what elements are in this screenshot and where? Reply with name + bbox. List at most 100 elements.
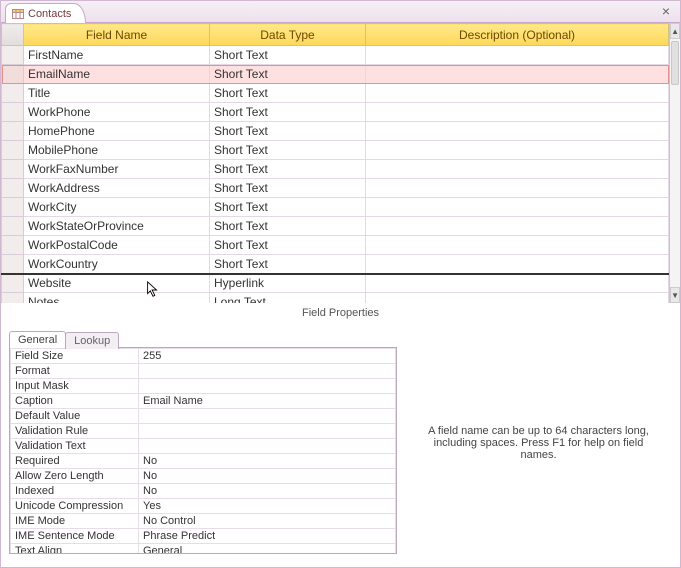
table-row[interactable]: NotesLong Text [2, 293, 669, 304]
selector-header[interactable] [2, 24, 24, 46]
cell-data-type[interactable]: Short Text [210, 160, 366, 179]
table-row[interactable]: WorkCityShort Text [2, 198, 669, 217]
cell-data-type[interactable]: Short Text [210, 103, 366, 122]
table-row[interactable]: WebsiteHyperlink [2, 274, 669, 293]
property-row: Default Value [11, 409, 396, 424]
cell-data-type[interactable]: Short Text [210, 46, 366, 65]
cell-description[interactable] [366, 198, 669, 217]
cell-data-type[interactable]: Short Text [210, 179, 366, 198]
col-header-field-name[interactable]: Field Name [24, 24, 210, 46]
cell-field-name[interactable]: WorkFaxNumber [24, 160, 210, 179]
cell-data-type[interactable]: Short Text [210, 141, 366, 160]
row-selector[interactable] [2, 293, 24, 304]
col-header-description[interactable]: Description (Optional) [366, 24, 669, 46]
scroll-track[interactable] [670, 39, 680, 287]
cell-field-name[interactable]: Title [24, 84, 210, 103]
cell-field-name[interactable]: WorkCity [24, 198, 210, 217]
tab-general[interactable]: General [9, 331, 66, 348]
cell-data-type[interactable]: Short Text [210, 198, 366, 217]
cell-description[interactable] [366, 141, 669, 160]
row-selector[interactable] [2, 103, 24, 122]
cell-data-type[interactable]: Long Text [210, 293, 366, 304]
row-selector[interactable] [2, 160, 24, 179]
table-row[interactable]: WorkCountryShort Text [2, 255, 669, 274]
cell-field-name[interactable]: WorkPostalCode [24, 236, 210, 255]
property-value[interactable] [139, 379, 396, 394]
cell-field-name[interactable]: Website [24, 274, 210, 293]
cell-description[interactable] [366, 46, 669, 65]
table-row[interactable]: HomePhoneShort Text [2, 122, 669, 141]
property-value[interactable]: 255 [139, 349, 396, 364]
cell-description[interactable] [366, 293, 669, 304]
table-row[interactable]: WorkAddressShort Text [2, 179, 669, 198]
table-row[interactable]: WorkPostalCodeShort Text [2, 236, 669, 255]
scroll-up-button[interactable]: ▲ [670, 23, 680, 39]
cell-field-name[interactable]: WorkStateOrProvince [24, 217, 210, 236]
row-selector[interactable] [2, 255, 24, 274]
cell-data-type[interactable]: Short Text [210, 236, 366, 255]
row-selector[interactable] [2, 65, 24, 84]
table-row[interactable]: WorkFaxNumberShort Text [2, 160, 669, 179]
cell-description[interactable] [366, 179, 669, 198]
cell-description[interactable] [366, 103, 669, 122]
tab-contacts[interactable]: Contacts [5, 3, 86, 23]
row-selector[interactable] [2, 46, 24, 65]
property-name: Validation Text [11, 439, 139, 454]
scroll-down-button[interactable]: ▼ [670, 287, 680, 303]
help-text: A field name can be up to 64 characters … [405, 331, 672, 555]
col-header-data-type[interactable]: Data Type [210, 24, 366, 46]
cell-data-type[interactable]: Short Text [210, 217, 366, 236]
row-selector[interactable] [2, 274, 24, 293]
property-value[interactable] [139, 424, 396, 439]
cell-description[interactable] [366, 236, 669, 255]
row-selector[interactable] [2, 84, 24, 103]
table-row[interactable]: FirstNameShort Text [2, 46, 669, 65]
cell-field-name[interactable]: EmailName [24, 65, 210, 84]
row-selector[interactable] [2, 122, 24, 141]
cell-data-type[interactable]: Short Text [210, 255, 366, 274]
cell-data-type[interactable]: Short Text [210, 65, 366, 84]
cell-data-type[interactable]: Hyperlink [210, 274, 366, 293]
property-value[interactable]: No [139, 454, 396, 469]
table-row[interactable]: EmailNameShort Text [2, 65, 669, 84]
property-value[interactable]: No [139, 469, 396, 484]
row-selector[interactable] [2, 217, 24, 236]
property-value[interactable] [139, 439, 396, 454]
row-selector[interactable] [2, 179, 24, 198]
property-value[interactable]: No [139, 484, 396, 499]
cell-description[interactable] [366, 65, 669, 84]
cell-data-type[interactable]: Short Text [210, 122, 366, 141]
row-selector[interactable] [2, 141, 24, 160]
cell-field-name[interactable]: HomePhone [24, 122, 210, 141]
property-value[interactable]: No Control [139, 514, 396, 529]
vertical-scrollbar[interactable]: ▲ ▼ [669, 23, 680, 303]
cell-description[interactable] [366, 84, 669, 103]
cell-description[interactable] [366, 274, 669, 293]
property-value[interactable]: Yes [139, 499, 396, 514]
cell-description[interactable] [366, 160, 669, 179]
cell-field-name[interactable]: Notes [24, 293, 210, 304]
property-value[interactable]: Email Name [139, 394, 396, 409]
cell-description[interactable] [366, 217, 669, 236]
cell-description[interactable] [366, 122, 669, 141]
tab-lookup[interactable]: Lookup [65, 332, 119, 349]
cell-field-name[interactable]: WorkAddress [24, 179, 210, 198]
cell-field-name[interactable]: MobilePhone [24, 141, 210, 160]
cell-field-name[interactable]: WorkCountry [24, 255, 210, 274]
table-row[interactable]: WorkStateOrProvinceShort Text [2, 217, 669, 236]
cell-field-name[interactable]: FirstName [24, 46, 210, 65]
close-icon[interactable]: × [662, 3, 670, 19]
row-selector[interactable] [2, 236, 24, 255]
row-selector[interactable] [2, 198, 24, 217]
property-value[interactable] [139, 364, 396, 379]
table-row[interactable]: WorkPhoneShort Text [2, 103, 669, 122]
property-value[interactable]: Phrase Predict [139, 529, 396, 544]
cell-data-type[interactable]: Short Text [210, 84, 366, 103]
table-row[interactable]: MobilePhoneShort Text [2, 141, 669, 160]
table-row[interactable]: TitleShort Text [2, 84, 669, 103]
cell-field-name[interactable]: WorkPhone [24, 103, 210, 122]
cell-description[interactable] [366, 255, 669, 274]
scroll-thumb[interactable] [671, 41, 679, 85]
property-value[interactable] [139, 409, 396, 424]
property-value[interactable]: General [139, 544, 396, 555]
